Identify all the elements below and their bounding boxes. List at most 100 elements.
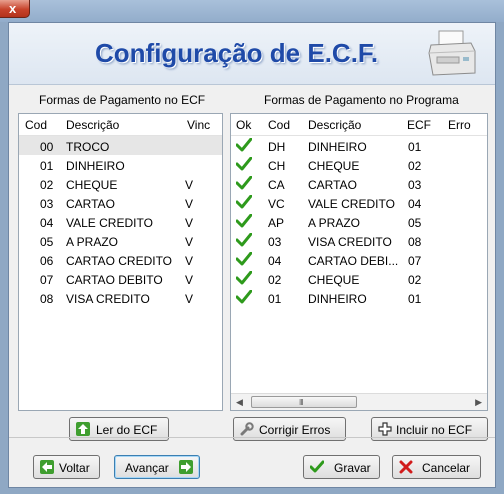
cell-ecf: 01 [408,140,422,154]
avancar-button[interactable]: Avançar [114,455,200,479]
grid-header: Cod Descrição Vinc [19,114,222,136]
page-title: Configuração de E.C.F. [95,38,379,68]
printer-icon [428,30,476,76]
table-row[interactable]: 07 CARTAO DEBITO V [19,269,222,288]
cell-vinc: V [185,292,194,306]
cancelar-button[interactable]: Cancelar [392,455,481,479]
column-header-cod[interactable]: Cod [268,118,290,132]
ecf-payment-grid[interactable]: Cod Descrição Vinc 00 TROCO 01 DINHEIRO 02… [18,113,223,411]
cell-vinc: V [185,273,194,287]
cell-desc: DINHEIRO [308,140,367,154]
cell-cod: 04 [268,254,282,268]
plus-icon [378,422,392,436]
grid-header: Ok Cod Descrição ECF Erro [231,114,487,136]
cell-cod: 06 [40,254,54,268]
column-header-descricao[interactable]: Descrição [66,118,119,132]
arrow-left-icon [40,460,54,474]
cell-cod: 08 [40,292,54,306]
avancar-label: Avançar [125,461,169,475]
cell-ecf: 02 [408,159,422,173]
table-row[interactable]: 01 DINHEIRO [19,155,222,174]
cell-cod: 00 [40,140,54,154]
close-icon [399,460,413,474]
cell-cod: CA [268,178,285,192]
window-close-button[interactable]: x [0,0,30,18]
table-row[interactable]: 06 CARTAO CREDITO V [19,250,222,269]
cell-desc: VISA CREDITO [308,235,392,249]
column-header-vinc[interactable]: Vinc [187,118,210,132]
ok-check-icon [236,195,252,209]
ok-check-icon [236,138,252,152]
table-row[interactable]: 03 CARTAO V [19,193,222,212]
table-row[interactable]: 03 VISA CREDITO 08 [231,231,487,250]
table-row[interactable]: CA CARTAO 03 [231,174,487,193]
cell-cod: 05 [40,235,54,249]
cell-desc: CARTAO [308,178,357,192]
cell-vinc: V [185,235,194,249]
table-row[interactable]: 01 DINHEIRO 01 [231,288,487,307]
gravar-label: Gravar [334,461,371,475]
cell-ecf: 03 [408,178,422,192]
cell-desc: CARTAO DEBI... [308,254,399,268]
table-row[interactable]: 04 VALE CREDITO V [19,212,222,231]
table-row[interactable]: 02 CHEQUE 02 [231,269,487,288]
table-row[interactable]: CH CHEQUE 02 [231,155,487,174]
cell-cod: CH [268,159,286,173]
cell-desc: DINHEIRO [66,159,125,173]
program-payment-grid[interactable]: Ok Cod Descrição ECF Erro DH DINHEIRO 01 CH… [230,113,488,411]
cell-cod: 04 [40,216,54,230]
cell-vinc: V [185,254,194,268]
table-row[interactable]: VC VALE CREDITO 04 [231,193,487,212]
cell-cod: VC [268,197,285,211]
ok-check-icon [236,271,252,285]
arrow-up-icon [76,422,90,436]
column-header-descricao[interactable]: Descrição [308,118,361,132]
horizontal-scrollbar[interactable]: ◀ III ▶ [231,393,487,410]
cell-desc: A PRAZO [66,235,119,249]
gravar-button[interactable]: Gravar [303,455,380,479]
cell-cod: 03 [268,235,282,249]
ler-ecf-label: Ler do ECF [96,423,158,437]
wrench-icon [240,422,254,436]
cell-vinc: V [185,197,194,211]
cell-ecf: 05 [408,216,422,230]
column-header-ecf[interactable]: ECF [407,118,431,132]
cell-cod: AP [268,216,285,230]
incluir-ecf-label: Incluir no ECF [396,423,473,437]
table-row[interactable]: 04 CARTAO DEBI... 07 [231,250,487,269]
footer-divider [9,437,495,438]
cell-ecf: 01 [408,292,422,306]
table-row[interactable]: DH DINHEIRO 01 [231,136,487,155]
column-header-cod[interactable]: Cod [25,118,47,132]
window-frame: x [0,0,504,22]
cell-ecf: 04 [408,197,422,211]
scroll-left-icon[interactable]: ◀ [236,397,243,408]
corrigir-erros-label: Corrigir Erros [259,423,331,437]
close-label: x [9,1,17,16]
table-row[interactable]: AP A PRAZO 05 [231,212,487,231]
column-header-ok[interactable]: Ok [236,118,251,132]
dialog-window: Configuração de E.C.F. Formas de Pagamen… [8,22,496,488]
cell-ecf: 07 [408,254,422,268]
cell-ecf: 02 [408,273,422,287]
cell-cod: 02 [40,178,54,192]
checkmark-icon [310,460,324,473]
voltar-button[interactable]: Voltar [33,455,100,479]
table-row[interactable]: 05 A PRAZO V [19,231,222,250]
table-row[interactable]: 00 TROCO [19,136,222,155]
cell-desc: CARTAO DEBITO [66,273,163,287]
cell-cod: 03 [40,197,54,211]
ok-check-icon [236,290,252,304]
column-header-erro[interactable]: Erro [448,118,471,132]
voltar-label: Voltar [59,461,90,475]
scroll-right-icon[interactable]: ▶ [475,397,482,408]
dialog-header: Configuração de E.C.F. [9,23,495,85]
ok-check-icon [236,252,252,266]
left-panel-label: Formas de Pagamento no ECF [39,93,206,107]
table-row[interactable]: 02 CHEQUE V [19,174,222,193]
cell-cod: 07 [40,273,54,287]
scroll-thumb[interactable]: III [251,396,357,408]
arrow-right-icon [179,460,193,474]
ok-check-icon [236,157,252,171]
table-row[interactable]: 08 VISA CREDITO V [19,288,222,307]
